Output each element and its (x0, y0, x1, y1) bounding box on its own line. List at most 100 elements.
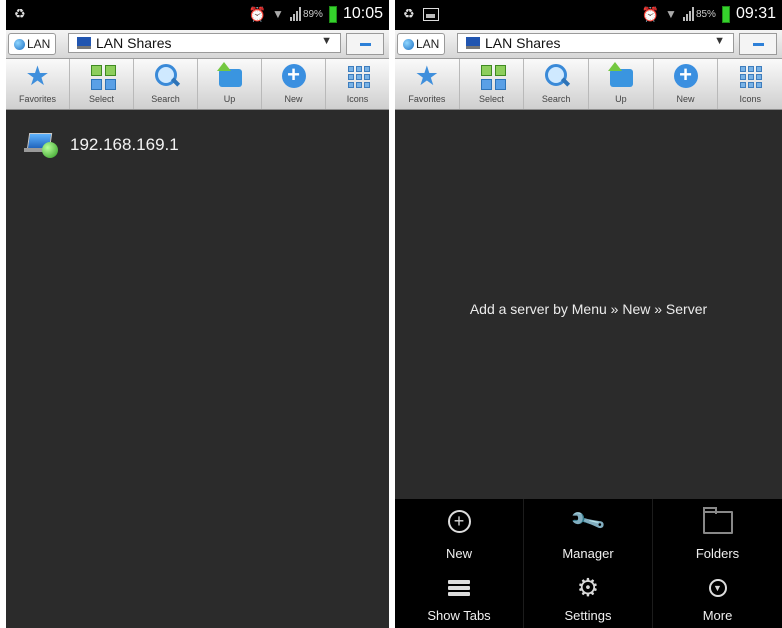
plus-icon: + (672, 62, 700, 90)
new-label: New (284, 94, 303, 104)
laptop-icon (77, 37, 91, 49)
wrench-icon: 🔧 (568, 501, 608, 541)
select-button[interactable]: Select (70, 59, 134, 109)
favorites-button[interactable]: ★ Favorites (6, 59, 70, 109)
menu-item-label: Settings (564, 608, 612, 623)
plus-circle-icon: + (447, 509, 471, 533)
wifi-icon: ▼ (272, 7, 284, 21)
select-icon (88, 62, 116, 90)
search-icon (152, 62, 180, 90)
select-icon (478, 62, 506, 90)
plus-icon: + (280, 62, 308, 90)
up-button[interactable]: Up (198, 59, 262, 109)
recycle-notification-icon: ♻ (403, 6, 415, 21)
menu-item-manager[interactable]: 🔧 Manager (524, 499, 653, 566)
minus-icon (359, 42, 371, 46)
select-label: Select (88, 94, 114, 104)
share-dropdown[interactable]: LAN Shares ▼ (68, 33, 341, 53)
chevron-down-circle-icon: ▼ (708, 579, 727, 597)
clock: 10:05 (342, 5, 383, 22)
battery-icon (721, 5, 730, 23)
toolbar: ★ Favorites Select Search Up + New Icons (395, 59, 782, 110)
server-item[interactable]: 192.168.169.1 (22, 132, 179, 158)
alarm-icon: ⏰ (641, 5, 660, 22)
clock: 09:31 (735, 5, 776, 22)
location-bar: LAN LAN Shares ▼ (6, 30, 389, 59)
menu-item-settings[interactable]: ⚙ Settings (524, 566, 653, 628)
right-screen: ♻ ⏰ ▼ 85% 09:31 LAN LAN Shares ▼ ★ Favor… (395, 0, 782, 628)
share-dropdown-value: LAN Shares (96, 35, 172, 51)
lan-icon (403, 38, 414, 50)
new-button[interactable]: + New (262, 59, 326, 109)
close-tab-button[interactable] (739, 33, 777, 55)
battery-percent: 85% (695, 8, 716, 20)
minus-icon (752, 42, 764, 46)
up-label: Up (615, 94, 627, 104)
lan-tab[interactable]: LAN (397, 33, 446, 55)
icons-view-button[interactable]: Icons (326, 59, 389, 109)
location-bar: LAN LAN Shares ▼ (395, 30, 782, 59)
search-label: Search (541, 94, 571, 104)
menu-item-label: More (702, 608, 733, 623)
select-label: Select (479, 94, 505, 104)
menu-item-label: Folders (695, 546, 740, 561)
network-computer-icon (22, 132, 60, 158)
favorites-label: Favorites (18, 94, 56, 104)
wifi-icon: ▼ (665, 7, 677, 21)
share-dropdown[interactable]: LAN Shares ▼ (457, 33, 734, 53)
star-icon: ★ (25, 61, 50, 91)
up-button[interactable]: Up (589, 59, 654, 109)
icons-label: Icons (739, 94, 761, 104)
star-icon: ★ (414, 61, 439, 91)
signal-icon (289, 7, 301, 21)
empty-state-message: Add a server by Menu » New » Server (469, 301, 708, 317)
grid-icon (344, 62, 372, 90)
icons-label: Icons (346, 94, 369, 104)
menu-item-new[interactable]: + New (395, 499, 524, 566)
menu-item-folders[interactable]: Folders (653, 499, 782, 566)
menu-item-label: Show Tabs (427, 608, 491, 623)
tabs-icon (448, 580, 470, 596)
share-dropdown-value: LAN Shares (485, 35, 561, 51)
icons-view-button[interactable]: Icons (718, 59, 782, 109)
folder-icon (702, 507, 733, 534)
dropdown-arrow-icon: ▼ (714, 35, 725, 47)
menu-item-show-tabs[interactable]: Show Tabs (395, 566, 524, 628)
server-address: 192.168.169.1 (70, 135, 179, 154)
grid-icon (736, 62, 764, 90)
favorites-label: Favorites (408, 94, 446, 104)
signal-icon (682, 7, 694, 21)
up-folder-icon (607, 62, 635, 90)
dropdown-arrow-icon: ▼ (321, 35, 332, 47)
new-button[interactable]: + New (654, 59, 719, 109)
gear-icon: ⚙ (576, 574, 600, 602)
recycle-notification-icon: ♻ (14, 6, 26, 21)
search-button[interactable]: Search (134, 59, 198, 109)
laptop-icon (466, 37, 480, 49)
battery-percent: 89% (302, 8, 323, 20)
menu-item-label: Manager (562, 546, 614, 561)
up-folder-icon (216, 62, 244, 90)
lan-tab-label: LAN (27, 37, 51, 51)
image-notification-icon (423, 8, 439, 21)
search-label: Search (151, 94, 180, 104)
options-menu: + New 🔧 Manager Folders Show Tabs ⚙ Sett… (395, 499, 782, 628)
close-tab-button[interactable] (346, 33, 384, 55)
new-label: New (676, 94, 695, 104)
battery-icon (328, 5, 337, 23)
lan-tab-label: LAN (416, 37, 440, 51)
search-button[interactable]: Search (524, 59, 590, 109)
toolbar: ★ Favorites Select Search Up + New Icons (6, 59, 389, 110)
search-icon (542, 62, 571, 90)
favorites-button[interactable]: ★ Favorites (395, 59, 460, 109)
select-button[interactable]: Select (460, 59, 525, 109)
status-bar: ♻ ⏰ ▼ 89% 10:05 (6, 0, 389, 30)
lan-icon (14, 38, 25, 50)
status-bar: ♻ ⏰ ▼ 85% 09:31 (395, 0, 782, 30)
menu-item-more[interactable]: ▼ More (653, 566, 782, 628)
alarm-icon: ⏰ (248, 5, 267, 22)
menu-item-label: New (445, 546, 472, 561)
lan-tab[interactable]: LAN (8, 33, 57, 55)
up-label: Up (223, 94, 236, 104)
left-screen: ♻ ⏰ ▼ 89% 10:05 LAN LAN Shares ▼ ★ Favor… (6, 0, 389, 628)
